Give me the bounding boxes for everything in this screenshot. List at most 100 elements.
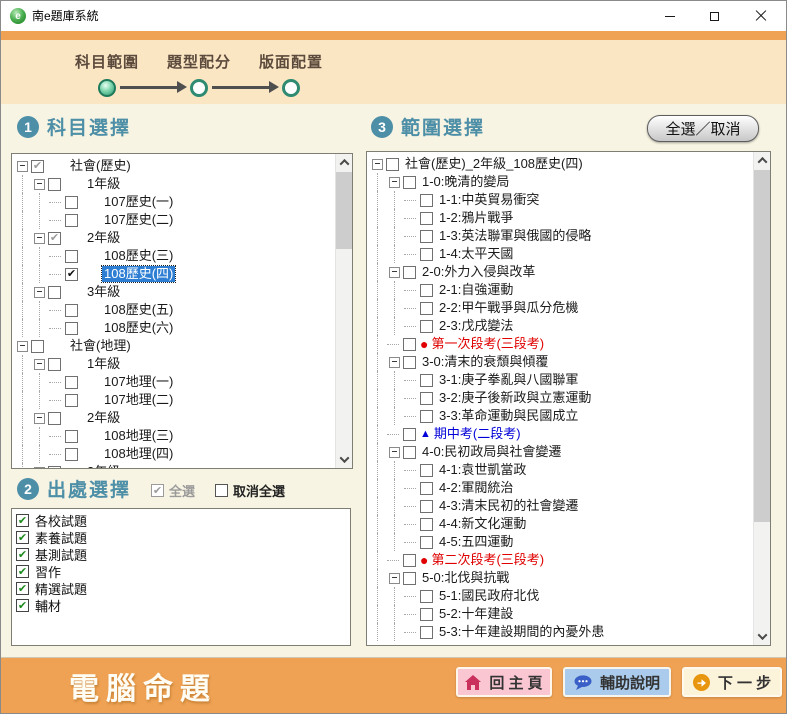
tree-label[interactable]: 2年級 [85,230,122,246]
tree-label[interactable]: 1年級 [85,176,122,192]
tree-row[interactable]: 4-1:袁世凱當政 [370,461,753,479]
tree-checkbox[interactable] [65,430,78,443]
tree-label[interactable]: 107歷史(二) [102,212,175,228]
scroll-up-button[interactable] [754,152,771,169]
tree-label[interactable]: 1-1:中英貿易衝突 [437,192,541,208]
tree-label[interactable]: 3-2:庚子後新政與立憲運動 [437,390,593,406]
expand-minus-box[interactable] [389,447,400,458]
range-tree-scrollbar[interactable] [753,152,770,645]
tree-checkbox[interactable] [403,572,416,585]
tree-checkbox[interactable] [420,194,433,207]
tree-checkbox[interactable] [386,158,399,171]
tree-label[interactable]: 4-5:五四運動 [437,534,515,550]
minimize-button[interactable] [647,1,692,31]
tree-label[interactable]: 107地理(二) [102,392,175,408]
tree-row[interactable]: 107地理(二) [15,391,335,409]
tree-label[interactable]: 3年級 [85,464,122,468]
expand-minus-box[interactable] [389,357,400,368]
tree-label[interactable]: 4-3:清末民初的社會變遷 [437,498,580,514]
tree-checkbox[interactable] [403,176,416,189]
tree-row[interactable]: 3年級 [15,283,335,301]
tree-row[interactable]: 4-3:清末民初的社會變遷 [370,497,753,515]
tree-label[interactable]: 108地理(四) [102,446,175,462]
tree-checkbox[interactable] [65,376,78,389]
tree-label[interactable]: 第二次段考(三段考) [429,552,546,568]
tree-row[interactable]: 社會(歷史)_2年級_108歷史(四) [370,155,753,173]
tree-label[interactable]: 1-2:鴉片戰爭 [437,210,515,226]
scroll-down-button[interactable] [336,451,353,468]
tree-checkbox[interactable] [420,518,433,531]
tree-row[interactable]: 1-2:鴉片戰爭 [370,209,753,227]
tree-checkbox[interactable] [48,286,61,299]
scroll-up-button[interactable] [336,154,353,171]
tree-row[interactable]: 2-3:戊戌變法 [370,317,753,335]
tree-label[interactable]: 4-1:袁世凱當政 [437,462,528,478]
tree-checkbox[interactable] [31,340,44,353]
tree-label[interactable]: 3-0:清末的衰頹與傾覆 [420,354,550,370]
tree-label[interactable]: 2年級 [85,410,122,426]
tree-row[interactable]: ✔ 108歷史(四) [15,265,335,283]
expand-minus-box[interactable] [17,341,28,352]
tree-row[interactable]: ✔社會(歷史) [15,157,335,175]
tree-row[interactable]: 2-2:甲午戰爭與瓜分危機 [370,299,753,317]
tree-label[interactable]: 5-0:北伐與抗戰 [420,570,511,586]
tree-row[interactable]: 5-3:十年建設期間的內憂外患 [370,623,753,641]
source-item[interactable]: ✔素養試題 [12,529,350,546]
tree-label[interactable]: 社會(歷史) [68,158,133,174]
source-item[interactable]: ✔習作 [12,563,350,580]
tree-label[interactable]: 108歷史(四) [102,266,175,282]
tree-checkbox[interactable] [65,394,78,407]
tree-checkbox[interactable] [403,338,416,351]
tree-label[interactable]: 1年級 [85,356,122,372]
expand-minus-box[interactable] [34,179,45,190]
tree-checkbox[interactable]: ✔ [65,268,78,281]
tree-row[interactable]: 107地理(一) [15,373,335,391]
tree-checkbox[interactable] [65,196,78,209]
source-item[interactable]: ✔各校試題 [12,512,350,529]
deselect-all-checkbox[interactable]: 取消全選 [215,481,285,500]
tree-checkbox[interactable] [403,446,416,459]
tree-checkbox[interactable] [420,464,433,477]
expand-minus-box[interactable] [389,267,400,278]
tree-checkbox[interactable] [420,320,433,333]
tree-checkbox[interactable] [420,500,433,513]
expand-minus-box[interactable] [34,287,45,298]
tree-row[interactable]: 3-1:庚子拳亂與八國聯軍 [370,371,753,389]
tree-row[interactable]: 107歷史(一) [15,193,335,211]
tree-label[interactable]: 2-3:戊戌變法 [437,318,515,334]
select-all-toggle-button[interactable]: 全選／取消 [647,115,759,142]
tree-row[interactable]: 1年級 [15,355,335,373]
tree-row[interactable]: 4-2:軍閥統治 [370,479,753,497]
tree-checkbox[interactable] [420,392,433,405]
tree-row[interactable]: 1-4:太平天國 [370,245,753,263]
tree-checkbox[interactable] [403,428,416,441]
tree-row[interactable]: 3-3:革命運動與民國成立 [370,407,753,425]
tree-label[interactable]: 4-0:民初政局與社會變遷 [420,444,563,460]
tree-checkbox[interactable] [420,482,433,495]
home-button[interactable]: 回 主 頁 [456,667,552,697]
tree-label[interactable]: 4-4:新文化運動 [437,516,528,532]
tree-row[interactable]: 4-5:五四運動 [370,533,753,551]
scrollbar-thumb[interactable] [754,170,771,522]
tree-row[interactable]: ●第二次段考(三段考) [370,551,753,569]
tree-label[interactable]: 1-3:英法聯軍與俄國的侵略 [437,228,593,244]
help-button[interactable]: 輔助說明 [563,667,671,697]
tree-label[interactable]: 5-1:國民政府北伐 [437,588,541,604]
tree-checkbox[interactable] [65,448,78,461]
tree-row[interactable]: 108歷史(三) [15,247,335,265]
tree-checkbox[interactable] [48,466,61,469]
source-item[interactable]: ✔精選試題 [12,580,350,597]
tree-checkbox[interactable] [48,358,61,371]
tree-label[interactable]: 108地理(三) [102,428,175,444]
expand-minus-box[interactable] [34,467,45,469]
tree-row[interactable]: 108地理(四) [15,445,335,463]
tree-label[interactable]: 4-2:軍閥統治 [437,480,515,496]
tree-label[interactable]: 5-3:十年建設期間的內憂外患 [437,624,606,640]
expand-minus-box[interactable] [34,233,45,244]
expand-minus-box[interactable] [34,359,45,370]
tree-checkbox[interactable] [420,212,433,225]
tree-checkbox[interactable] [420,374,433,387]
tree-row[interactable]: 108歷史(五) [15,301,335,319]
tree-row[interactable]: 108歷史(六) [15,319,335,337]
scroll-down-button[interactable] [754,628,771,645]
